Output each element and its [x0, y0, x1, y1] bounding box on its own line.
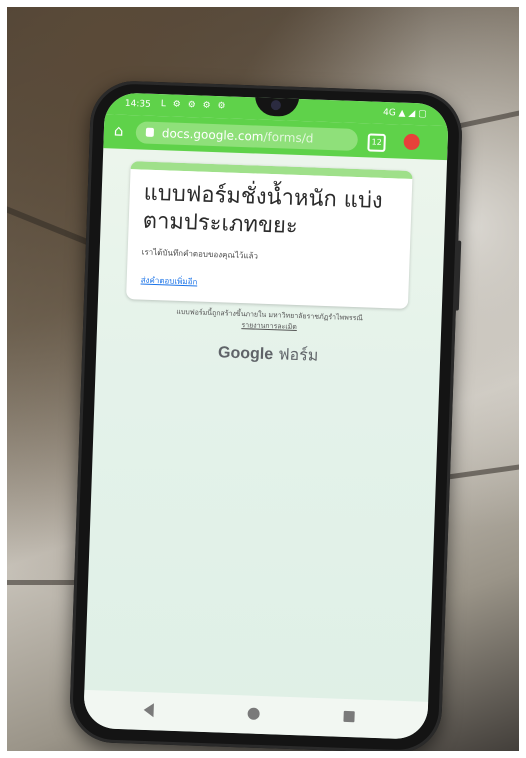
android-nav-bar: [83, 689, 429, 740]
home-icon[interactable]: ⌂: [114, 122, 131, 140]
lock-icon: [145, 127, 155, 137]
home-button-icon[interactable]: [247, 707, 260, 720]
url-path: /forms/d: [263, 129, 314, 146]
phone-screen: 14:35 L ⚙ ⚙ ⚙ ⚙ 4G ▲ ◢ ▢ ⌂ docs.google.c…: [83, 92, 450, 740]
shield-icon[interactable]: [403, 133, 420, 151]
url-host: docs.google.com: [161, 126, 264, 144]
logo-google-word: Google: [217, 344, 274, 364]
recents-icon[interactable]: [343, 710, 355, 723]
form-title: แบบฟอร์มชั่งน้ำหนัก แบ่งตามประเภทขยะ: [142, 180, 384, 239]
form-response-card: แบบฟอร์มชั่งน้ำหนัก แบ่งตามประเภทขยะ เรา…: [126, 161, 413, 309]
confirmation-message: เราได้บันทึกคำตอบของคุณไว้แล้ว: [141, 247, 259, 261]
url-text: docs.google.com/forms/d: [162, 126, 314, 145]
status-notification-icons: L ⚙ ⚙ ⚙ ⚙: [160, 99, 228, 112]
smartphone: 14:35 L ⚙ ⚙ ⚙ ⚙ 4G ▲ ◢ ▢ ⌂ docs.google.c…: [68, 79, 464, 755]
status-time: 14:35: [124, 98, 151, 110]
address-bar[interactable]: docs.google.com/forms/d: [135, 121, 359, 152]
status-signal-icons: 4G ▲ ◢ ▢: [382, 107, 427, 120]
form-footer: แบบฟอร์มนี้ถูกสร้างขึ้นภายใน มหาวิทยาลัย…: [119, 305, 420, 337]
logo-forms-word: ฟอร์ม: [277, 344, 319, 365]
back-icon[interactable]: [143, 702, 154, 718]
submit-another-link[interactable]: ส่งคำตอบเพิ่มอีก: [140, 274, 198, 289]
tabs-icon[interactable]: 12: [367, 133, 386, 153]
google-forms-logo[interactable]: Google ฟอร์ม: [96, 336, 441, 373]
